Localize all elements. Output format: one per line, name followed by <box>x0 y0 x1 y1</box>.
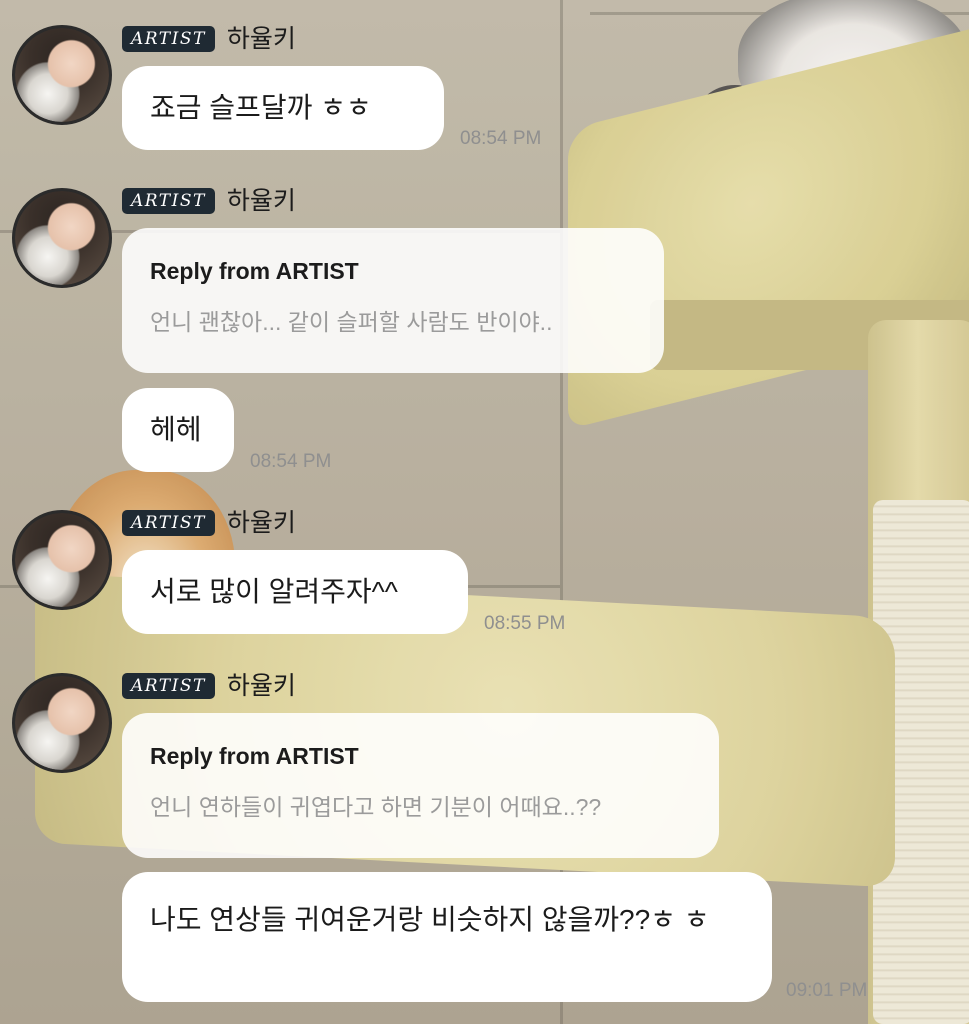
message-bubble[interactable]: 헤헤 <box>122 388 234 472</box>
avatar-photo <box>15 191 109 285</box>
sender-name: 하율키 <box>226 187 296 215</box>
quoted-message: 언니 괜찮아... 같이 슬퍼할 사람도 반이야.. <box>150 309 553 335</box>
sender-header: ARTIST 하율키 <box>122 24 296 54</box>
avatar-photo <box>15 513 109 607</box>
message-text: 나도 연상들 귀여운거랑 비슷하지 않을까??ㅎ ㅎ <box>150 904 710 935</box>
reply-message-bubble[interactable]: Reply from ARTIST 언니 괜찮아... 같이 슬퍼할 사람도 반… <box>122 228 664 373</box>
artist-badge: ARTIST <box>122 26 215 52</box>
chat-thread[interactable]: ARTIST 하율키 죠금 슬프달까 ㅎㅎ 08:54 PM ARTIST 하율… <box>0 0 969 1024</box>
profile-avatar[interactable] <box>12 188 112 288</box>
sender-header: ARTIST 하율키 <box>122 671 296 701</box>
message-text: 죠금 슬프달까 ㅎㅎ <box>150 92 372 123</box>
message-timestamp: 09:01 PM <box>786 980 868 1001</box>
message-timestamp: 08:55 PM <box>484 613 566 634</box>
profile-avatar[interactable] <box>12 25 112 125</box>
message-bubble[interactable]: 죠금 슬프달까 ㅎㅎ <box>122 66 444 150</box>
sender-name: 하율키 <box>226 25 296 53</box>
artist-badge: ARTIST <box>122 510 215 536</box>
message-timestamp: 08:54 PM <box>460 128 542 149</box>
message-text: 헤헤 <box>150 414 202 445</box>
reply-message-bubble[interactable]: Reply from ARTIST 언니 연하들이 귀엽다고 하면 기분이 어때… <box>122 713 719 858</box>
avatar-photo <box>15 676 109 770</box>
artist-badge: ARTIST <box>122 188 215 214</box>
sender-name: 하율키 <box>226 672 296 700</box>
message-timestamp: 08:54 PM <box>250 451 332 472</box>
avatar-photo <box>15 28 109 122</box>
message-text: 서로 많이 알려주자^^ <box>150 576 398 607</box>
sender-header: ARTIST 하율키 <box>122 186 296 216</box>
message-bubble[interactable]: 서로 많이 알려주자^^ <box>122 550 468 634</box>
quoted-message: 언니 연하들이 귀엽다고 하면 기분이 어때요..?? <box>150 794 602 820</box>
sender-header: ARTIST 하율키 <box>122 508 296 538</box>
reply-label: Reply from ARTIST <box>150 743 359 769</box>
message-bubble[interactable]: 나도 연상들 귀여운거랑 비슷하지 않을까??ㅎ ㅎ <box>122 872 772 1002</box>
profile-avatar[interactable] <box>12 673 112 773</box>
profile-avatar[interactable] <box>12 510 112 610</box>
artist-badge: ARTIST <box>122 673 215 699</box>
sender-name: 하율키 <box>226 509 296 537</box>
reply-label: Reply from ARTIST <box>150 258 359 284</box>
